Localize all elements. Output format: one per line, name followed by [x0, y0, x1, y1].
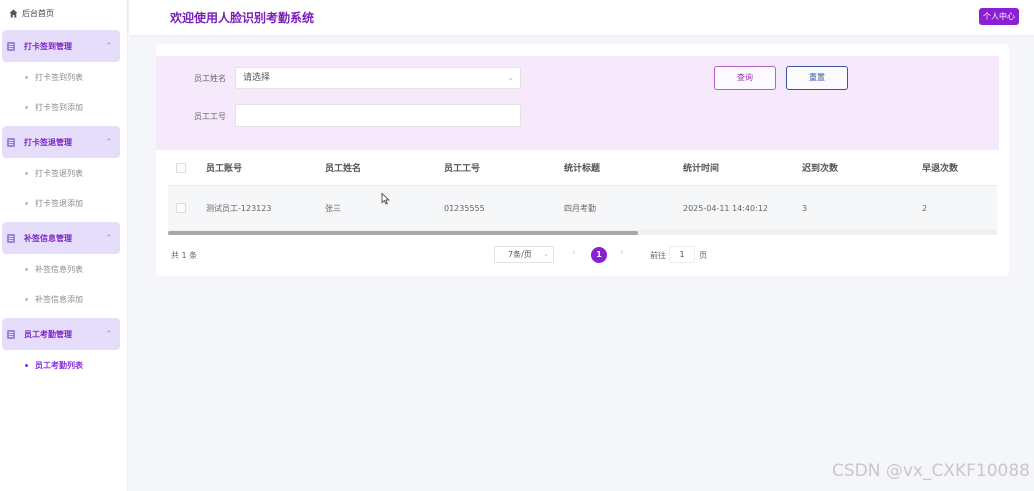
table-cell: 01235555: [444, 203, 485, 213]
column-header[interactable]: 迟到次数: [802, 161, 922, 174]
bullet-icon: [25, 201, 28, 205]
column-header[interactable]: 员工姓名: [325, 161, 444, 174]
sidebar-item-checkin-list[interactable]: 打卡签到列表: [0, 62, 127, 92]
table-cell: 3: [802, 203, 808, 213]
goto-page-input[interactable]: 1: [669, 246, 695, 263]
sidebar-item-makeup-list[interactable]: 补签信息列表: [0, 254, 127, 284]
document-icon: [7, 233, 15, 243]
table-cell: 四月考勤: [564, 203, 596, 213]
table-cell: 2: [922, 203, 928, 213]
column-header[interactable]: 统计时间: [683, 161, 802, 174]
sidebar-item-label: 补签信息列表: [35, 264, 83, 274]
sidebar-group-label: 员工考勤管理: [24, 329, 72, 339]
sidebar-item-checkout-list[interactable]: 打卡签退列表: [0, 158, 127, 188]
chevron-up-icon: ^: [106, 330, 112, 338]
sidebar-item-attendance-list[interactable]: 员工考勤列表: [0, 350, 127, 380]
pagination-total: 共 1 条: [171, 251, 198, 260]
page-size-value: 7条/页: [508, 250, 532, 259]
bullet-icon: [25, 267, 28, 271]
bullet-icon: [25, 171, 28, 175]
chevron-up-icon: ^: [106, 138, 112, 146]
column-header[interactable]: 早退次数: [922, 161, 997, 174]
sidebar-item-label: 打卡签到列表: [35, 72, 83, 82]
horizontal-scrollbar[interactable]: [168, 231, 997, 235]
row-checkbox[interactable]: [176, 203, 186, 213]
query-button[interactable]: 查询: [714, 66, 776, 90]
filter-panel: 员工姓名 请选择 ⌄ 员工工号 查询 重置: [156, 56, 999, 150]
reset-button[interactable]: 重置: [786, 66, 848, 90]
sidebar-item-checkout-add[interactable]: 打卡签退添加: [0, 188, 127, 218]
employee-id-label: 员工工号: [194, 112, 226, 121]
sidebar-item-label: 打卡签退列表: [35, 168, 83, 178]
column-header[interactable]: 员工账号: [206, 161, 325, 174]
next-page-icon[interactable]: ›: [620, 248, 624, 258]
table-row[interactable]: 测试员工-123123 张三 01235555 四月考勤 2025-04-11 …: [168, 186, 997, 231]
chevron-up-icon: ^: [106, 234, 112, 242]
column-header[interactable]: 员工工号: [444, 161, 564, 174]
select-all-checkbox[interactable]: [176, 162, 186, 173]
table-header: 员工账号 员工姓名 员工工号 统计标题 统计时间 迟到次数 早退次数: [168, 150, 997, 186]
table-cell: 测试员工-123123: [206, 203, 272, 213]
watermark: CSDN @vx_CXKF10088: [831, 461, 1030, 481]
main-card: 员工姓名 请选择 ⌄ 员工工号 查询 重置 员工账号 员工姓名 员工工号 统计标…: [156, 44, 1009, 276]
sidebar-group-checkin[interactable]: 打卡签到管理 ^: [2, 30, 120, 62]
row-checkbox-cell: [168, 203, 206, 213]
column-header[interactable]: 统计标题: [564, 161, 683, 174]
sidebar-item-label: 打卡签到添加: [35, 102, 83, 112]
sidebar-group-label: 打卡签退管理: [24, 137, 72, 147]
sidebar-item-checkin-add[interactable]: 打卡签到添加: [0, 92, 127, 122]
attendance-table: 员工账号 员工姓名 员工工号 统计标题 统计时间 迟到次数 早退次数 测试员工-…: [168, 150, 997, 231]
document-icon: [7, 41, 15, 51]
sidebar-home[interactable]: 后台首页: [0, 0, 127, 26]
sidebar-item-makeup-add[interactable]: 补签信息添加: [0, 284, 127, 314]
table-cell: 2025-04-11 14:40:12: [683, 203, 768, 213]
mouse-cursor-icon: [381, 192, 391, 205]
user-center-button[interactable]: 个人中心: [979, 8, 1019, 25]
bullet-icon: [25, 105, 28, 109]
sidebar-group-label: 打卡签到管理: [24, 41, 72, 51]
chevron-up-icon: ^: [106, 42, 112, 50]
document-icon: [7, 329, 15, 339]
home-icon: [9, 9, 18, 18]
bullet-icon: [25, 75, 28, 79]
sidebar-group-checkout[interactable]: 打卡签退管理 ^: [2, 126, 120, 158]
sidebar-home-label: 后台首页: [22, 8, 54, 18]
page-size-select[interactable]: 7条/页 ⌄: [494, 246, 554, 263]
current-page-button[interactable]: 1: [591, 247, 607, 263]
prev-page-icon[interactable]: ‹: [572, 248, 576, 258]
select-placeholder: 请选择: [243, 73, 271, 83]
goto-suffix: 页: [699, 251, 707, 260]
chevron-down-icon: ⌄: [543, 250, 549, 258]
sidebar-group-label: 补签信息管理: [24, 233, 72, 243]
employee-id-input[interactable]: [235, 104, 521, 127]
sidebar: 后台首页 打卡签到管理 ^ 打卡签到列表 打卡签到添加 打卡签退管理 ^ 打卡签…: [0, 0, 128, 491]
employee-name-select[interactable]: 请选择 ⌄: [235, 67, 521, 89]
employee-name-label: 员工姓名: [194, 74, 226, 83]
bullet-icon: [25, 363, 28, 367]
sidebar-item-label: 打卡签退添加: [35, 198, 83, 208]
goto-prefix: 前往: [650, 251, 666, 260]
scrollbar-thumb[interactable]: [168, 231, 638, 235]
chevron-down-icon: ⌄: [507, 73, 514, 82]
sidebar-group-makeup[interactable]: 补签信息管理 ^: [2, 222, 120, 254]
sidebar-item-label: 补签信息添加: [35, 294, 83, 304]
top-header: 欢迎使用人脸识别考勤系统 个人中心: [129, 0, 1034, 35]
sidebar-item-label: 员工考勤列表: [35, 360, 83, 370]
bullet-icon: [25, 297, 28, 301]
page-title: 欢迎使用人脸识别考勤系统: [170, 11, 315, 25]
document-icon: [7, 137, 15, 147]
sidebar-group-attendance[interactable]: 员工考勤管理 ^: [2, 318, 120, 350]
header-checkbox-cell: [168, 162, 206, 173]
